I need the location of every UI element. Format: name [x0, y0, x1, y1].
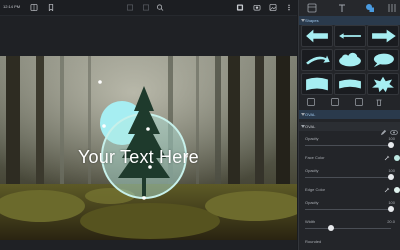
grid-icon[interactable] — [30, 4, 38, 11]
opacity-label: Opacity — [305, 200, 319, 205]
edge-color-swatch[interactable] — [394, 187, 400, 193]
pencil-icon[interactable] — [380, 123, 387, 136]
slider-thumb[interactable] — [388, 206, 394, 212]
opacity-label: Opacity — [305, 136, 319, 141]
shape-cloud[interactable] — [334, 49, 366, 71]
width-value: 20.0 — [387, 219, 395, 224]
face-color-swatch[interactable] — [394, 155, 400, 161]
shape-wave-2[interactable] — [334, 73, 366, 95]
camera-icon[interactable] — [253, 4, 261, 11]
oval-section-header[interactable]: OVAL — [299, 110, 400, 119]
eyedropper-icon[interactable] — [384, 187, 390, 193]
add-icon[interactable] — [307, 98, 315, 106]
shapes-grid — [301, 22, 399, 96]
opacity-value: 100 — [388, 168, 395, 173]
shape-burst[interactable] — [367, 73, 399, 95]
text-icon[interactable] — [337, 3, 347, 13]
eye-icon[interactable] — [390, 123, 398, 136]
shape-speech-bubble[interactable] — [367, 49, 399, 71]
right-panel: Shapes OVAL OVAL Opacity 100 Face Color … — [298, 0, 400, 250]
slider-thumb[interactable] — [327, 225, 334, 231]
opacity-slider[interactable] — [305, 174, 394, 180]
crop-icon[interactable] — [126, 4, 134, 11]
status-time: 12:14 PM — [3, 4, 21, 9]
selection-handle[interactable] — [102, 124, 106, 128]
overlay-text[interactable]: Your Text Here — [78, 147, 199, 168]
top-toolbar: 12:14 PM — [0, 0, 297, 16]
more-icon[interactable] — [285, 4, 293, 11]
oval-section-label: OVAL — [305, 112, 316, 117]
layers-icon[interactable] — [142, 4, 150, 11]
face-color-label: Face Color — [305, 155, 325, 160]
image-icon[interactable] — [269, 4, 277, 11]
opacity-value: 100 — [388, 136, 395, 141]
layout-icon[interactable] — [307, 3, 317, 13]
share-icon[interactable] — [236, 4, 244, 11]
eyedropper-icon[interactable] — [384, 155, 390, 161]
shape-curved-arrow[interactable] — [301, 49, 333, 71]
selection-handle[interactable] — [98, 80, 102, 84]
opacity-value: 100 — [388, 200, 395, 205]
duplicate-icon[interactable] — [331, 98, 339, 106]
selection-handle[interactable] — [146, 127, 150, 131]
slider-thumb[interactable] — [388, 142, 394, 148]
slider-thumb[interactable] — [388, 174, 394, 180]
oval-subsection-label: OVAL — [305, 124, 316, 129]
width-slider[interactable] — [305, 225, 391, 231]
canvas-workspace[interactable]: Your Text Here — [0, 16, 297, 250]
shape-line-arrow[interactable] — [334, 25, 366, 47]
bookmark-icon[interactable] — [47, 4, 55, 11]
shape-wave-1[interactable] — [301, 73, 333, 95]
sliders-icon[interactable] — [387, 3, 397, 13]
width-label: Width — [305, 219, 316, 224]
oval-subsection-header[interactable]: OVAL — [299, 122, 400, 136]
rounded-label: Rounded — [305, 239, 322, 244]
shape-actions-row — [299, 96, 400, 108]
opacity-label: Opacity — [305, 168, 319, 173]
arrange-icon[interactable] — [355, 98, 363, 106]
shape-arrow-left[interactable] — [301, 25, 333, 47]
delete-icon[interactable] — [375, 98, 383, 106]
zoom-icon[interactable] — [156, 4, 164, 11]
opacity-slider[interactable] — [305, 206, 394, 212]
edge-color-label: Edge Color — [305, 187, 326, 192]
opacity-slider[interactable] — [305, 142, 394, 148]
shape-arrow-right[interactable] — [367, 25, 399, 47]
panel-tabs — [299, 0, 400, 16]
selection-handle[interactable] — [142, 196, 146, 200]
app-window: 12:14 PM Your Text Here Shapes OVAL OVAL… — [0, 0, 400, 250]
shapes-icon[interactable] — [365, 3, 375, 13]
